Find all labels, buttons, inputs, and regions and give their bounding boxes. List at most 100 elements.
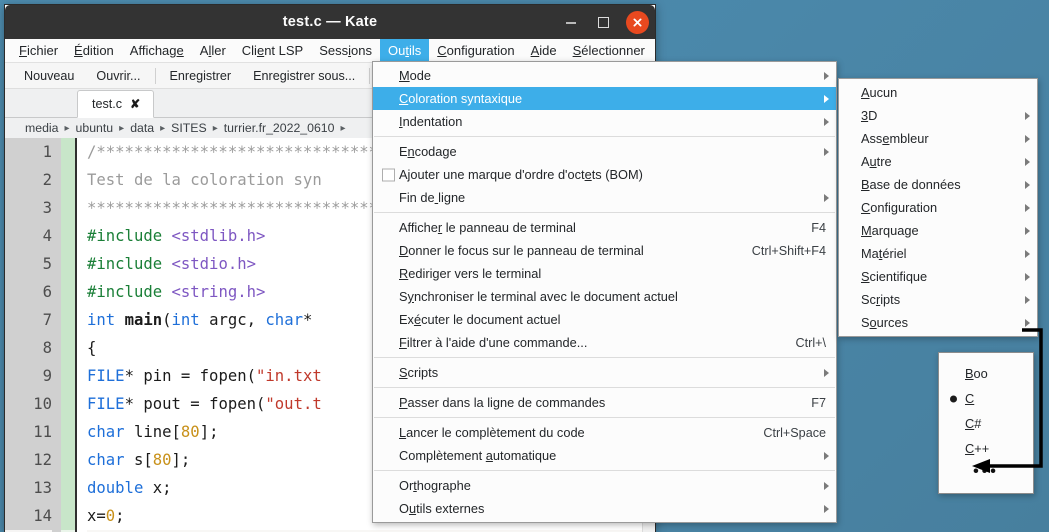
highlight-item-3d[interactable]: 3D xyxy=(839,104,1037,127)
menu-item-coloration-syntaxique[interactable]: Coloration syntaxique xyxy=(373,87,836,110)
lang-item-c[interactable]: C++ xyxy=(939,436,1033,461)
menu-item-label: Coloration syntaxique xyxy=(399,91,523,106)
tab-close-icon[interactable]: ✘ xyxy=(130,97,140,111)
chevron-right-icon xyxy=(824,481,829,490)
code-token: int xyxy=(87,311,125,329)
menu-item-label: Scripts xyxy=(399,365,439,380)
menubar-item-edition[interactable]: Édition xyxy=(66,39,122,62)
chevron-right-icon xyxy=(1025,295,1030,304)
fold-marker[interactable] xyxy=(61,446,75,474)
breadcrumb-item[interactable]: ubuntu xyxy=(74,121,116,135)
highlight-item-scripts[interactable]: Scripts xyxy=(839,288,1037,311)
breadcrumb-item[interactable]: data xyxy=(128,121,156,135)
code-token: /******************************* xyxy=(87,143,388,161)
line-number: 4 xyxy=(42,227,52,245)
menu-item-scripts[interactable]: Scripts xyxy=(373,361,836,384)
highlight-item-marquage[interactable]: Marquage xyxy=(839,219,1037,242)
menubar-item-selectionner[interactable]: Sélectionner xyxy=(565,39,653,62)
menubar-item-client-lsp[interactable]: Cli e nt LSP xyxy=(234,39,311,62)
fold-marker[interactable] xyxy=(61,474,75,502)
menu-item-outils-externes[interactable]: Outils externes xyxy=(373,497,836,520)
fold-marker[interactable] xyxy=(61,362,75,390)
menu-item-orthographe[interactable]: Orthographe xyxy=(373,474,836,497)
fold-marker[interactable] xyxy=(61,194,75,222)
menu-separator xyxy=(374,387,835,388)
menu-item-fin-de-ligne[interactable]: Fin de ligne xyxy=(373,186,836,209)
menu-item-shortcut: F7 xyxy=(811,395,826,410)
highlight-item-aucun[interactable]: Aucun xyxy=(839,81,1037,104)
menubar-item-aller[interactable]: Al ler xyxy=(192,39,234,62)
lang-item-c[interactable]: C xyxy=(939,386,1033,411)
breadcrumb-separator: ▸ xyxy=(64,122,70,134)
checkbox-icon[interactable] xyxy=(382,168,395,181)
menu-item-indentation[interactable]: Indentation xyxy=(373,110,836,133)
menubar-item-fichier[interactable]: Fichier xyxy=(11,39,66,62)
code-token: ******************************** xyxy=(87,199,388,217)
minimize-icon[interactable] xyxy=(562,13,580,31)
menu-separator xyxy=(374,136,835,137)
menu-item-shortcut: Ctrl+Shift+F4 xyxy=(751,243,826,258)
menu-coloration-syntaxique[interactable]: Aucun 3D Assembleur Autre Base de données Con… xyxy=(838,78,1038,337)
menu-item-encodage[interactable]: Encodage xyxy=(373,140,836,163)
tab-label: test.c xyxy=(92,97,123,111)
breadcrumb-item[interactable]: SITES xyxy=(169,121,209,135)
highlight-item-sources[interactable]: Sources xyxy=(839,311,1037,334)
new-button[interactable]: Nouveau xyxy=(13,69,85,83)
fold-marker[interactable] xyxy=(61,166,75,194)
fold-marker[interactable] xyxy=(61,502,75,530)
breadcrumb-item[interactable]: media xyxy=(23,121,61,135)
menubar-item-outils[interactable]: Ou t ils xyxy=(379,39,430,62)
menu-item-synchroniser-le-terminal-avec-le-document-actuel[interactable]: Synchroniser le terminal avec le documen… xyxy=(373,285,836,308)
menu-item-label: Outils externes xyxy=(399,501,485,516)
fold-marker[interactable] xyxy=(61,278,75,306)
folding-bar[interactable] xyxy=(61,138,75,532)
highlight-item-base-de-donn-es[interactable]: Base de données xyxy=(839,173,1037,196)
fold-marker[interactable] xyxy=(61,138,75,166)
menubar-item-aide[interactable]: Aide xyxy=(523,39,565,62)
maximize-icon[interactable] xyxy=(594,13,612,31)
fold-marker[interactable] xyxy=(61,418,75,446)
menu-item-rediriger-vers-le-terminal[interactable]: Rediriger vers le terminal xyxy=(373,262,836,285)
code-token: "in.txt xyxy=(256,367,322,385)
menu-item-label: Indentation xyxy=(399,114,463,129)
save-as-button[interactable]: Enregistrer sous... xyxy=(242,69,366,83)
highlight-item-mat-riel[interactable]: Matériel xyxy=(839,242,1037,265)
menu-item-ajouter-une-marque-d-ordre-d-octets-bom[interactable]: Ajouter une marque d'ordre d'octets (BOM… xyxy=(373,163,836,186)
menu-item-donner-le-focus-sur-le-panneau-de-terminal[interactable]: Donner le focus sur le panneau de termin… xyxy=(373,239,836,262)
menu-item-label: Encodage xyxy=(399,144,457,159)
save-button[interactable]: Enregistrer xyxy=(159,69,243,83)
lang-item-c[interactable]: C# xyxy=(939,411,1033,436)
open-button[interactable]: Ouvrir... xyxy=(85,69,151,83)
fold-marker[interactable] xyxy=(61,222,75,250)
menubar-item-configuration[interactable]: Configuration xyxy=(429,39,522,62)
menubar-item-sessions[interactable]: Sess i ons xyxy=(311,39,380,62)
fold-marker[interactable] xyxy=(61,390,75,418)
highlight-item-configuration[interactable]: Configuration xyxy=(839,196,1037,219)
menu-separator xyxy=(374,417,835,418)
fold-marker[interactable] xyxy=(61,306,75,334)
menu-item-compl-tement-automatique[interactable]: Complètement automatique xyxy=(373,444,836,467)
fold-marker[interactable] xyxy=(61,334,75,362)
menu-outils[interactable]: Mode Coloration syntaxique Indentation Enco… xyxy=(372,61,837,523)
close-icon[interactable] xyxy=(626,10,649,34)
menu-item-passer-dans-la-ligne-de-commandes[interactable]: Passer dans la ligne de commandes F7 xyxy=(373,391,836,414)
menu-item-afficher-le-panneau-de-terminal[interactable]: Afficher le panneau de terminal F4 xyxy=(373,216,836,239)
lang-item-boo[interactable]: Boo xyxy=(939,361,1033,386)
menu-separator xyxy=(374,212,835,213)
highlight-item-scientifique[interactable]: Scientifique xyxy=(839,265,1037,288)
more-languages-indicator[interactable]: ••• xyxy=(939,461,1033,483)
menu-item-filtrer-l-aide-d-une-commande[interactable]: Filtrer à l'aide d'une commande... Ctrl+\ xyxy=(373,331,836,354)
tab-test-c[interactable]: test.c ✘ xyxy=(77,90,155,118)
menu-item-lancer-le-compl-tement-du-code[interactable]: Lancer le complètement du code Ctrl+Space xyxy=(373,421,836,444)
menu-sources-languages[interactable]: Boo C C# C++ ••• xyxy=(938,352,1034,494)
highlight-item-assembleur[interactable]: Assembleur xyxy=(839,127,1037,150)
highlight-item-autre[interactable]: Autre xyxy=(839,150,1037,173)
menubar-item-affichage[interactable]: Affichag e xyxy=(122,39,192,62)
code-token: main xyxy=(124,311,163,329)
menu-item-ex-cuter-le-document-actuel[interactable]: Exécuter le document actuel xyxy=(373,308,836,331)
breadcrumb-item[interactable]: turrier.fr_2022_0610 xyxy=(222,121,337,135)
fold-marker[interactable] xyxy=(61,250,75,278)
menu-item-label: Matériel xyxy=(861,246,907,261)
line-number-gutter: 1234567891011121314151617 xyxy=(5,138,61,532)
menu-item-mode[interactable]: Mode xyxy=(373,64,836,87)
